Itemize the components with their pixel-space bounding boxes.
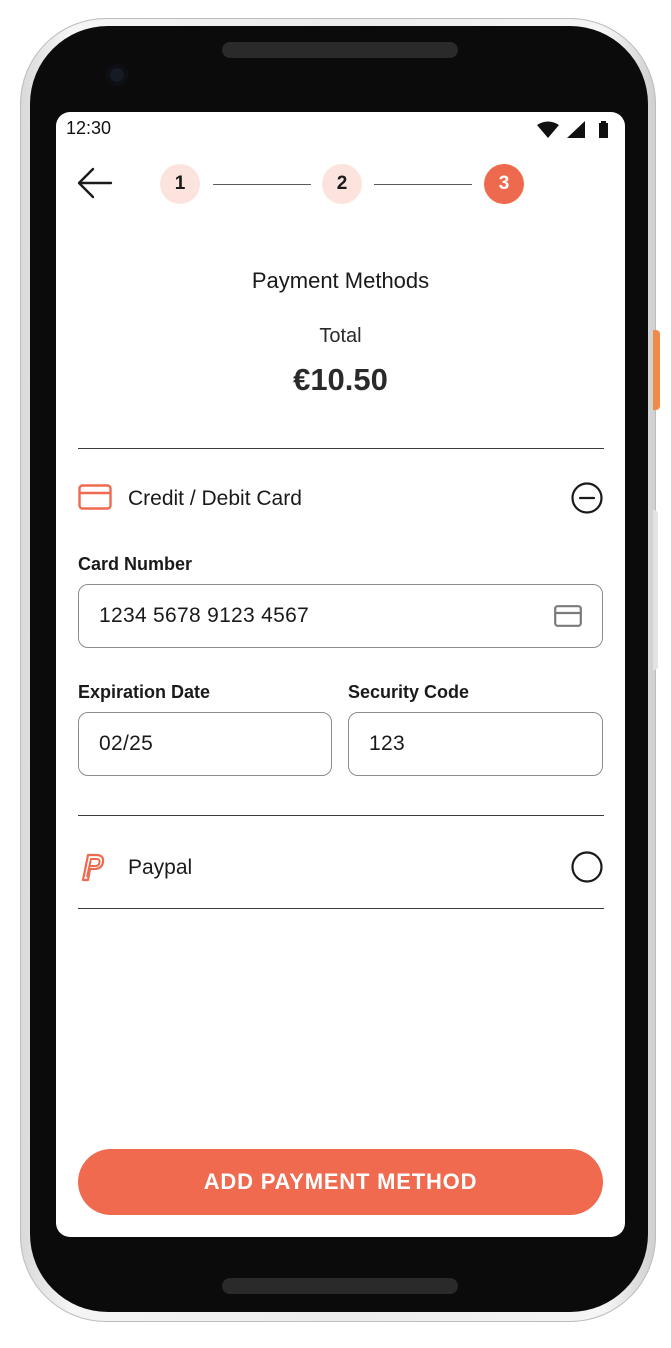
credit-card-icon: [78, 484, 112, 515]
step-connector-2: [374, 184, 472, 185]
card-field-icon: [554, 605, 582, 632]
page-title: Payment Methods: [251, 268, 430, 293]
card-method-label: Credit / Debit Card: [128, 487, 302, 510]
wifi-icon: [537, 121, 559, 138]
total-label: Total: [319, 325, 362, 347]
total-amount: €10.50: [293, 362, 388, 397]
status-icons: [535, 120, 613, 145]
app-screen: 12:30 1 2 3 Payment Methods Total €10.50: [56, 112, 625, 1237]
security-code-value: 123: [369, 732, 405, 755]
device-camera: [106, 64, 128, 86]
device-top-speaker: [222, 42, 458, 58]
device-bottom-speaker: [222, 1278, 458, 1294]
paypal-icon: [78, 853, 108, 888]
expiration-date-label: Expiration Date: [78, 682, 211, 702]
step-1[interactable]: 1: [160, 164, 200, 204]
collapse-minus-icon[interactable]: [570, 481, 604, 520]
device-volume-button: [653, 510, 658, 670]
battery-icon: [599, 121, 608, 138]
divider-bottom: [78, 908, 604, 909]
divider-top: [78, 448, 604, 449]
step-connector-1: [213, 184, 311, 185]
radio-unchecked-icon[interactable]: [570, 850, 604, 889]
expiration-date-field[interactable]: 02/25: [78, 712, 332, 776]
step-2[interactable]: 2: [322, 164, 362, 204]
card-number-label: Card Number: [78, 554, 193, 574]
back-arrow-icon: [77, 167, 113, 199]
step-3[interactable]: 3: [484, 164, 524, 204]
security-code-label: Security Code: [348, 682, 470, 702]
back-button[interactable]: [76, 164, 114, 202]
add-payment-method-button[interactable]: ADD PAYMENT METHOD: [78, 1149, 603, 1215]
expiration-date-value: 02/25: [99, 732, 154, 755]
card-number-field[interactable]: 1234 5678 9123 4567: [78, 584, 603, 648]
paypal-method-label: Paypal: [128, 856, 193, 879]
signal-icon: [567, 121, 585, 138]
card-method-row[interactable]: Credit / Debit Card: [78, 478, 604, 518]
card-number-value: 1234 5678 9123 4567: [99, 604, 310, 627]
device-power-button: [653, 330, 660, 410]
paypal-method-row[interactable]: Paypal: [78, 847, 604, 887]
security-code-field[interactable]: 123: [348, 712, 603, 776]
status-time: 12:30: [66, 118, 112, 138]
divider-middle: [78, 815, 604, 816]
